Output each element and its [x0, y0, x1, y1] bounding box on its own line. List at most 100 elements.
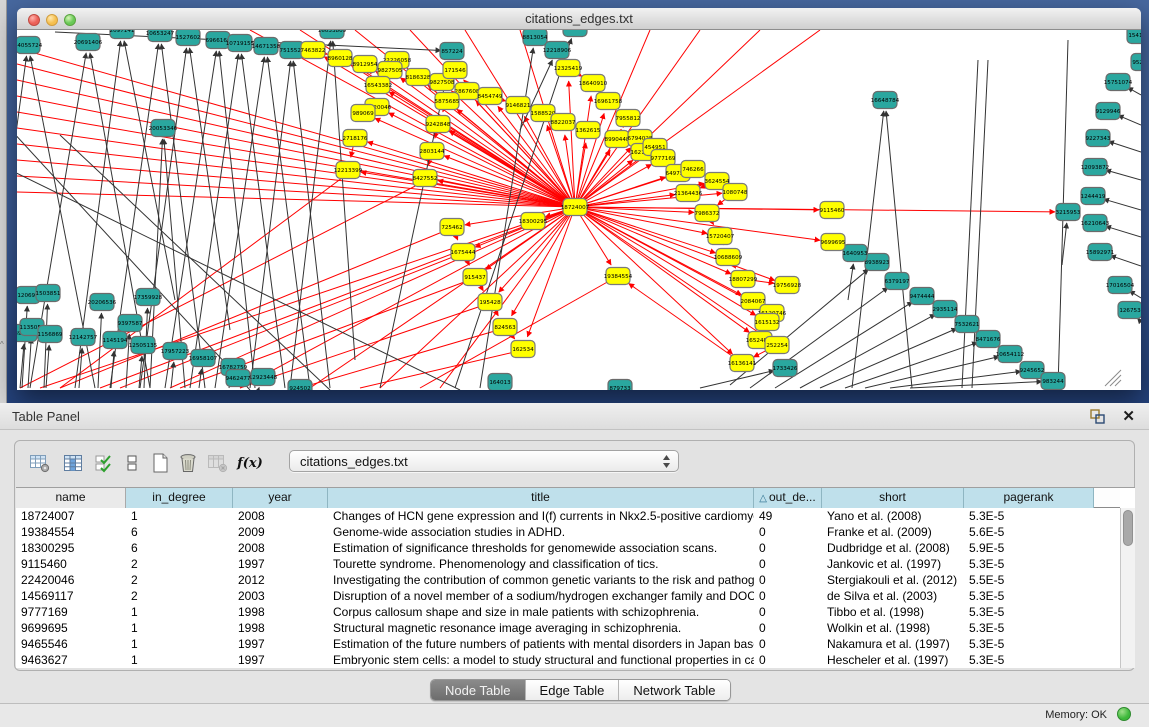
graph-node[interactable]: 14671358 — [252, 38, 281, 55]
graph-node-selected[interactable]: 8427552 — [413, 170, 438, 187]
graph-node[interactable]: 17957223 — [161, 343, 190, 360]
function-builder-button[interactable]: f(x) — [237, 449, 263, 477]
graph-node[interactable]: 1640953 — [843, 245, 868, 262]
select-rows-button[interactable] — [91, 449, 117, 477]
graph-node[interactable]: 1733426 — [773, 360, 798, 377]
graph-node-selected[interactable]: 9699695 — [821, 234, 846, 251]
table-row[interactable]: 1938455462009Genome-wide association stu… — [16, 524, 1120, 540]
graph-node-selected[interactable]: 824563 — [493, 319, 517, 336]
graph-node-selected[interactable]: 725462 — [440, 219, 464, 236]
column-header-year[interactable]: year — [233, 488, 328, 508]
graph-node[interactable]: 20691406 — [74, 34, 103, 51]
graph-node-selected[interactable]: 989069 — [351, 105, 375, 122]
column-header-short[interactable]: short — [822, 488, 964, 508]
graph-node[interactable]: 1527602 — [176, 30, 201, 46]
tab-edge-table[interactable]: Edge Table — [526, 680, 620, 700]
graph-node-selected[interactable]: 16136141 — [728, 355, 757, 372]
graph-node[interactable]: 12093872 — [1081, 159, 1109, 176]
graph-node[interactable]: 17359928 — [134, 289, 163, 306]
graph-node-selected[interactable]: 16961758 — [594, 93, 623, 110]
graph-node[interactable]: 15751074 — [1104, 74, 1133, 91]
graph-node[interactable]: 10654112 — [996, 346, 1024, 363]
graph-node-selected[interactable]: 7986372 — [695, 205, 720, 222]
new-table-button[interactable] — [147, 449, 173, 477]
graph-node-selected[interactable]: 8822037 — [551, 114, 576, 131]
table-vertical-scrollbar[interactable] — [1120, 508, 1135, 668]
graph-node[interactable]: 126753 — [1118, 302, 1141, 319]
network-graph[interactable]: 1405572420691406209714110653247152760269… — [17, 30, 1141, 390]
graph-node[interactable]: 924502 — [288, 380, 312, 391]
graph-node-selected[interactable]: 16543382 — [364, 77, 392, 94]
tab-network-table[interactable]: Network Table — [619, 680, 729, 700]
graph-node[interactable]: 14055724 — [17, 37, 43, 54]
graph-node-selected[interactable]: 19384554 — [604, 268, 633, 285]
graph-node-selected[interactable]: 2803144 — [420, 143, 445, 160]
float-panel-icon[interactable] — [1090, 409, 1105, 424]
panel-collapse-arrow[interactable]: ^ — [0, 340, 4, 349]
table-row[interactable]: 2242004622012Investigating the contribut… — [16, 572, 1120, 588]
table-row[interactable]: 911546021997Tourette syndrome. Phenomeno… — [16, 556, 1120, 572]
graph-node[interactable]: 12923448 — [249, 369, 278, 386]
graph-node[interactable]: 1145194 — [103, 332, 128, 349]
column-header-pagerank[interactable]: pagerank — [964, 488, 1094, 508]
graph-node[interactable]: 3215953 — [1056, 204, 1081, 221]
graph-node-selected[interactable]: 252254 — [765, 337, 789, 354]
tab-node-table[interactable]: Node Table — [431, 680, 526, 700]
graph-node[interactable]: 16648784 — [871, 92, 900, 109]
table-row[interactable]: 1830029562008Estimation of significance … — [16, 540, 1120, 556]
table-row[interactable]: 1456911722003Disruption of a novel membe… — [16, 588, 1120, 604]
graph-node-selected[interactable]: 9242848 — [426, 116, 451, 133]
graph-node[interactable]: 12142757 — [69, 329, 98, 346]
graph-node[interactable]: 6379197 — [885, 273, 910, 290]
graph-node[interactable]: 12505135 — [129, 337, 158, 354]
network-window-titlebar[interactable]: citations_edges.txt — [17, 8, 1141, 30]
graph-node-selected[interactable]: 9115460 — [820, 202, 845, 219]
graph-node-selected[interactable]: 2718176 — [343, 130, 368, 147]
graph-node[interactable]: 1156869 — [38, 326, 63, 343]
graph-node[interactable]: 10653247 — [146, 30, 175, 42]
graph-node[interactable]: 16210643 — [1081, 215, 1110, 232]
graph-node-selected[interactable]: 8186328 — [406, 69, 431, 86]
graph-node[interactable]: 9129946 — [1096, 103, 1121, 120]
table-row[interactable]: 946362711997Embryonic stem cells: a mode… — [16, 652, 1120, 668]
graph-node[interactable]: 9462477 — [226, 370, 251, 387]
graph-node[interactable]: 20206536 — [88, 294, 117, 311]
graph-node-selected[interactable]: 7955812 — [616, 110, 641, 127]
graph-node[interactable]: 10719155 — [226, 35, 255, 52]
graph-node-selected[interactable]: 12325419 — [554, 60, 583, 77]
graph-node[interactable]: 8813054 — [523, 30, 548, 46]
graph-node[interactable]: 1244419 — [1081, 188, 1106, 205]
graph-node-selected[interactable]: 18724007 — [561, 199, 590, 216]
graph-node[interactable]: 8938923 — [865, 254, 890, 271]
graph-node[interactable]: 8471676 — [976, 331, 1001, 348]
table-row[interactable]: 969969511998Structural magnetic resonanc… — [16, 620, 1120, 636]
graph-node[interactable]: 12218906 — [543, 42, 572, 59]
graph-node[interactable]: 859718 — [563, 30, 587, 37]
graph-node-selected[interactable]: 1675444 — [451, 244, 476, 261]
graph-node-selected[interactable]: 195428 — [478, 294, 502, 311]
graph-node-selected[interactable]: 8454749 — [478, 88, 503, 105]
graph-node[interactable]: 1503851 — [36, 285, 61, 302]
graph-node[interactable]: 879733 — [608, 380, 632, 391]
column-header-name[interactable]: name — [16, 488, 126, 508]
graph-node[interactable]: 857224 — [440, 43, 464, 60]
graph-node-selected[interactable]: 1080748 — [723, 184, 748, 201]
graph-node-selected[interactable]: 8990448 — [605, 131, 630, 148]
graph-node[interactable]: 2935114 — [933, 301, 958, 318]
graph-node-selected[interactable]: 746266 — [681, 161, 705, 178]
graph-node-selected[interactable]: 171546 — [443, 62, 467, 79]
network-canvas[interactable]: 1405572420691406209714110653247152760269… — [17, 30, 1141, 390]
column-header-out-de-[interactable]: △out_de... — [754, 488, 822, 508]
graph-node-selected[interactable]: 15720407 — [706, 228, 735, 245]
graph-node-selected[interactable]: 1615132 — [755, 314, 780, 331]
table-row[interactable]: 977716911998Corpus callosum shape and si… — [16, 604, 1120, 620]
column-chooser-button[interactable] — [60, 449, 86, 477]
graph-node-selected[interactable]: 1362615 — [576, 122, 601, 139]
table-selector-dropdown[interactable]: citations_edges.txt — [289, 450, 679, 472]
close-panel-icon[interactable]: ✕ — [1122, 407, 1135, 425]
network-window[interactable]: citations_edges.txt 14055724206914062097… — [17, 8, 1141, 390]
graph-node[interactable]: 16033809 — [318, 30, 347, 39]
scrollbar-thumb[interactable] — [1123, 510, 1133, 546]
graph-node-selected[interactable]: 18640910 — [579, 75, 608, 92]
table-row[interactable]: 1872400712008Changes of HCN gene express… — [16, 508, 1120, 524]
